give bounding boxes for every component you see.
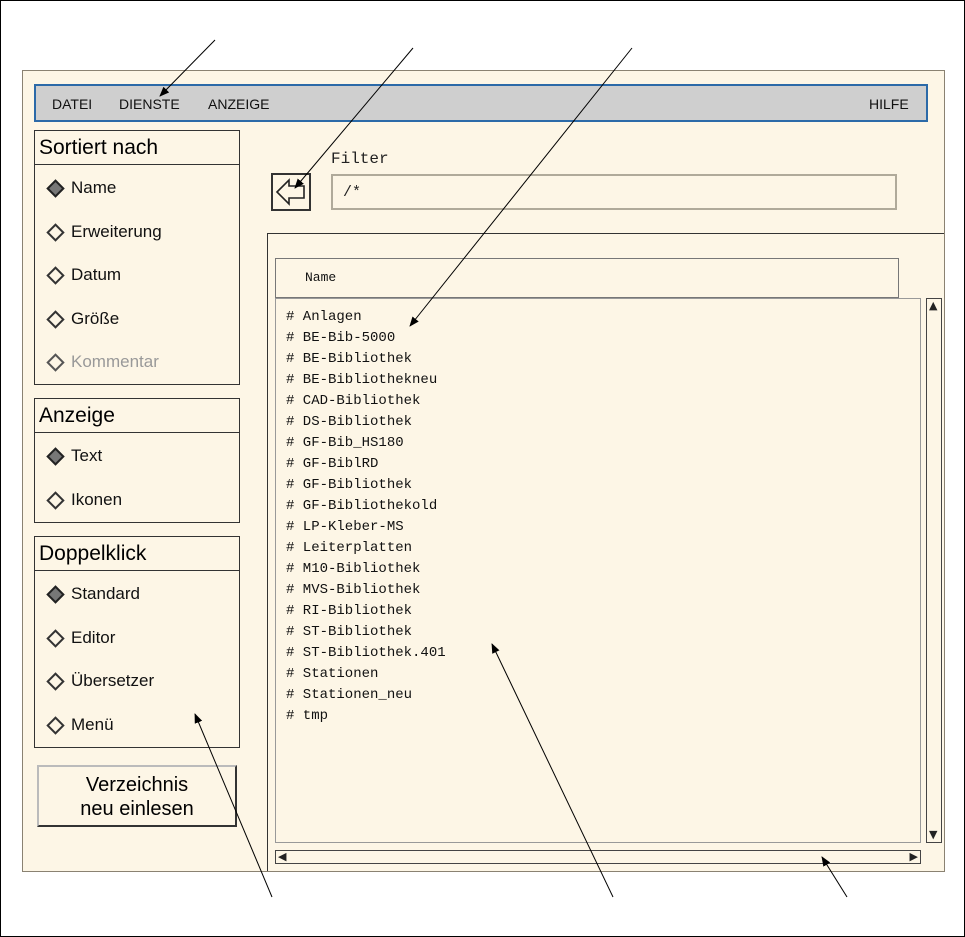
diamond-radio-icon bbox=[46, 446, 65, 466]
list-item[interactable]: # MVS-Bibliothek bbox=[286, 582, 420, 598]
scroll-right-icon[interactable]: ▶ bbox=[910, 851, 918, 863]
view-option-text[interactable]: Text bbox=[46, 446, 102, 466]
list-item[interactable]: # GF-Bibliothekold bbox=[286, 498, 437, 514]
list-item[interactable]: # M10-Bibliothek bbox=[286, 561, 420, 577]
sort-option-size[interactable]: Größe bbox=[46, 309, 119, 329]
diamond-radio-icon bbox=[46, 628, 65, 648]
menu-hilfe[interactable]: HILFE bbox=[869, 96, 909, 112]
file-list: # Anlagen # BE-Bib-5000 # BE-Bibliothek # B… bbox=[275, 298, 921, 843]
menu-anzeige[interactable]: ANZEIGE bbox=[208, 96, 269, 112]
list-item[interactable]: # tmp bbox=[286, 708, 328, 724]
doubleclick-option-standard[interactable]: Standard bbox=[46, 584, 140, 604]
menu-datei[interactable]: DATEI bbox=[52, 96, 92, 112]
horizontal-scrollbar[interactable]: ◀ ▶ bbox=[275, 850, 921, 864]
list-item[interactable]: # GF-Bib_HS180 bbox=[286, 435, 404, 451]
diamond-radio-icon bbox=[46, 352, 65, 372]
list-item[interactable]: # Stationen bbox=[286, 666, 378, 682]
list-item[interactable]: # LP-Kleber-MS bbox=[286, 519, 404, 535]
list-item[interactable]: # Leiterplatten bbox=[286, 540, 412, 556]
sort-panel: Sortiert nach Name Erweiterung Datum Grö… bbox=[34, 130, 240, 385]
view-option-icons[interactable]: Ikonen bbox=[46, 490, 122, 510]
filter-label: Filter bbox=[331, 150, 389, 168]
diamond-radio-icon bbox=[46, 584, 65, 604]
diamond-radio-icon bbox=[46, 178, 65, 198]
scroll-left-icon[interactable]: ◀ bbox=[278, 851, 286, 863]
list-item[interactable]: # CAD-Bibliothek bbox=[286, 393, 420, 409]
diamond-radio-icon bbox=[46, 309, 65, 329]
diamond-radio-icon bbox=[46, 265, 65, 285]
sort-option-extension[interactable]: Erweiterung bbox=[46, 222, 162, 242]
view-panel-title: Anzeige bbox=[35, 399, 239, 433]
diamond-radio-icon bbox=[46, 715, 65, 735]
reload-button-line2: neu einlesen bbox=[80, 798, 194, 820]
scroll-up-icon[interactable]: ▲ bbox=[929, 300, 937, 312]
back-arrow-icon bbox=[275, 178, 305, 206]
doubleclick-option-editor[interactable]: Editor bbox=[46, 628, 115, 648]
list-item[interactable]: # ST-Bibliothek bbox=[286, 624, 412, 640]
scroll-down-icon[interactable]: ▼ bbox=[929, 829, 937, 841]
diamond-radio-icon bbox=[46, 671, 65, 691]
list-item[interactable]: # BE-Bib-5000 bbox=[286, 330, 395, 346]
list-item[interactable]: # BE-Bibliothek bbox=[286, 351, 412, 367]
sort-option-date[interactable]: Datum bbox=[46, 265, 121, 285]
sort-option-comment: Kommentar bbox=[46, 352, 159, 372]
list-item[interactable]: # Anlagen bbox=[286, 309, 362, 325]
list-item[interactable]: # ST-Bibliothek.401 bbox=[286, 645, 446, 661]
list-item[interactable]: # BE-Bibliothekneu bbox=[286, 372, 437, 388]
doubleclick-panel: Doppelklick Standard Editor Übersetzer M… bbox=[34, 536, 240, 748]
vertical-scrollbar[interactable]: ▲ ▼ bbox=[926, 298, 942, 843]
filter-value: /* bbox=[343, 184, 362, 201]
menu-dienste[interactable]: DIENSTE bbox=[119, 96, 180, 112]
sort-panel-title: Sortiert nach bbox=[35, 131, 239, 165]
diamond-radio-icon bbox=[46, 490, 65, 510]
filter-input[interactable]: /* bbox=[331, 174, 897, 210]
file-browser-window: DATEI DIENSTE ANZEIGE HILFE Sortiert nac… bbox=[22, 70, 945, 872]
column-header-name[interactable]: Name bbox=[275, 258, 899, 298]
menubar: DATEI DIENSTE ANZEIGE HILFE bbox=[34, 84, 928, 122]
list-item[interactable]: # GF-BiblRD bbox=[286, 456, 378, 472]
list-item[interactable]: # DS-Bibliothek bbox=[286, 414, 412, 430]
reload-button-line1: Verzeichnis bbox=[85, 774, 189, 796]
diamond-radio-icon bbox=[46, 222, 65, 242]
reload-directory-button[interactable]: Verzeichnis neu einlesen bbox=[37, 765, 237, 827]
back-button[interactable] bbox=[271, 173, 311, 211]
view-panel: Anzeige Text Ikonen bbox=[34, 398, 240, 523]
list-item[interactable]: # RI-Bibliothek bbox=[286, 603, 412, 619]
doubleclick-panel-title: Doppelklick bbox=[35, 537, 239, 571]
doubleclick-option-compiler[interactable]: Übersetzer bbox=[46, 671, 154, 691]
sort-option-name[interactable]: Name bbox=[46, 178, 116, 198]
list-item[interactable]: # GF-Bibliothek bbox=[286, 477, 412, 493]
list-item[interactable]: # Stationen_neu bbox=[286, 687, 412, 703]
doubleclick-option-menu[interactable]: Menü bbox=[46, 715, 114, 735]
